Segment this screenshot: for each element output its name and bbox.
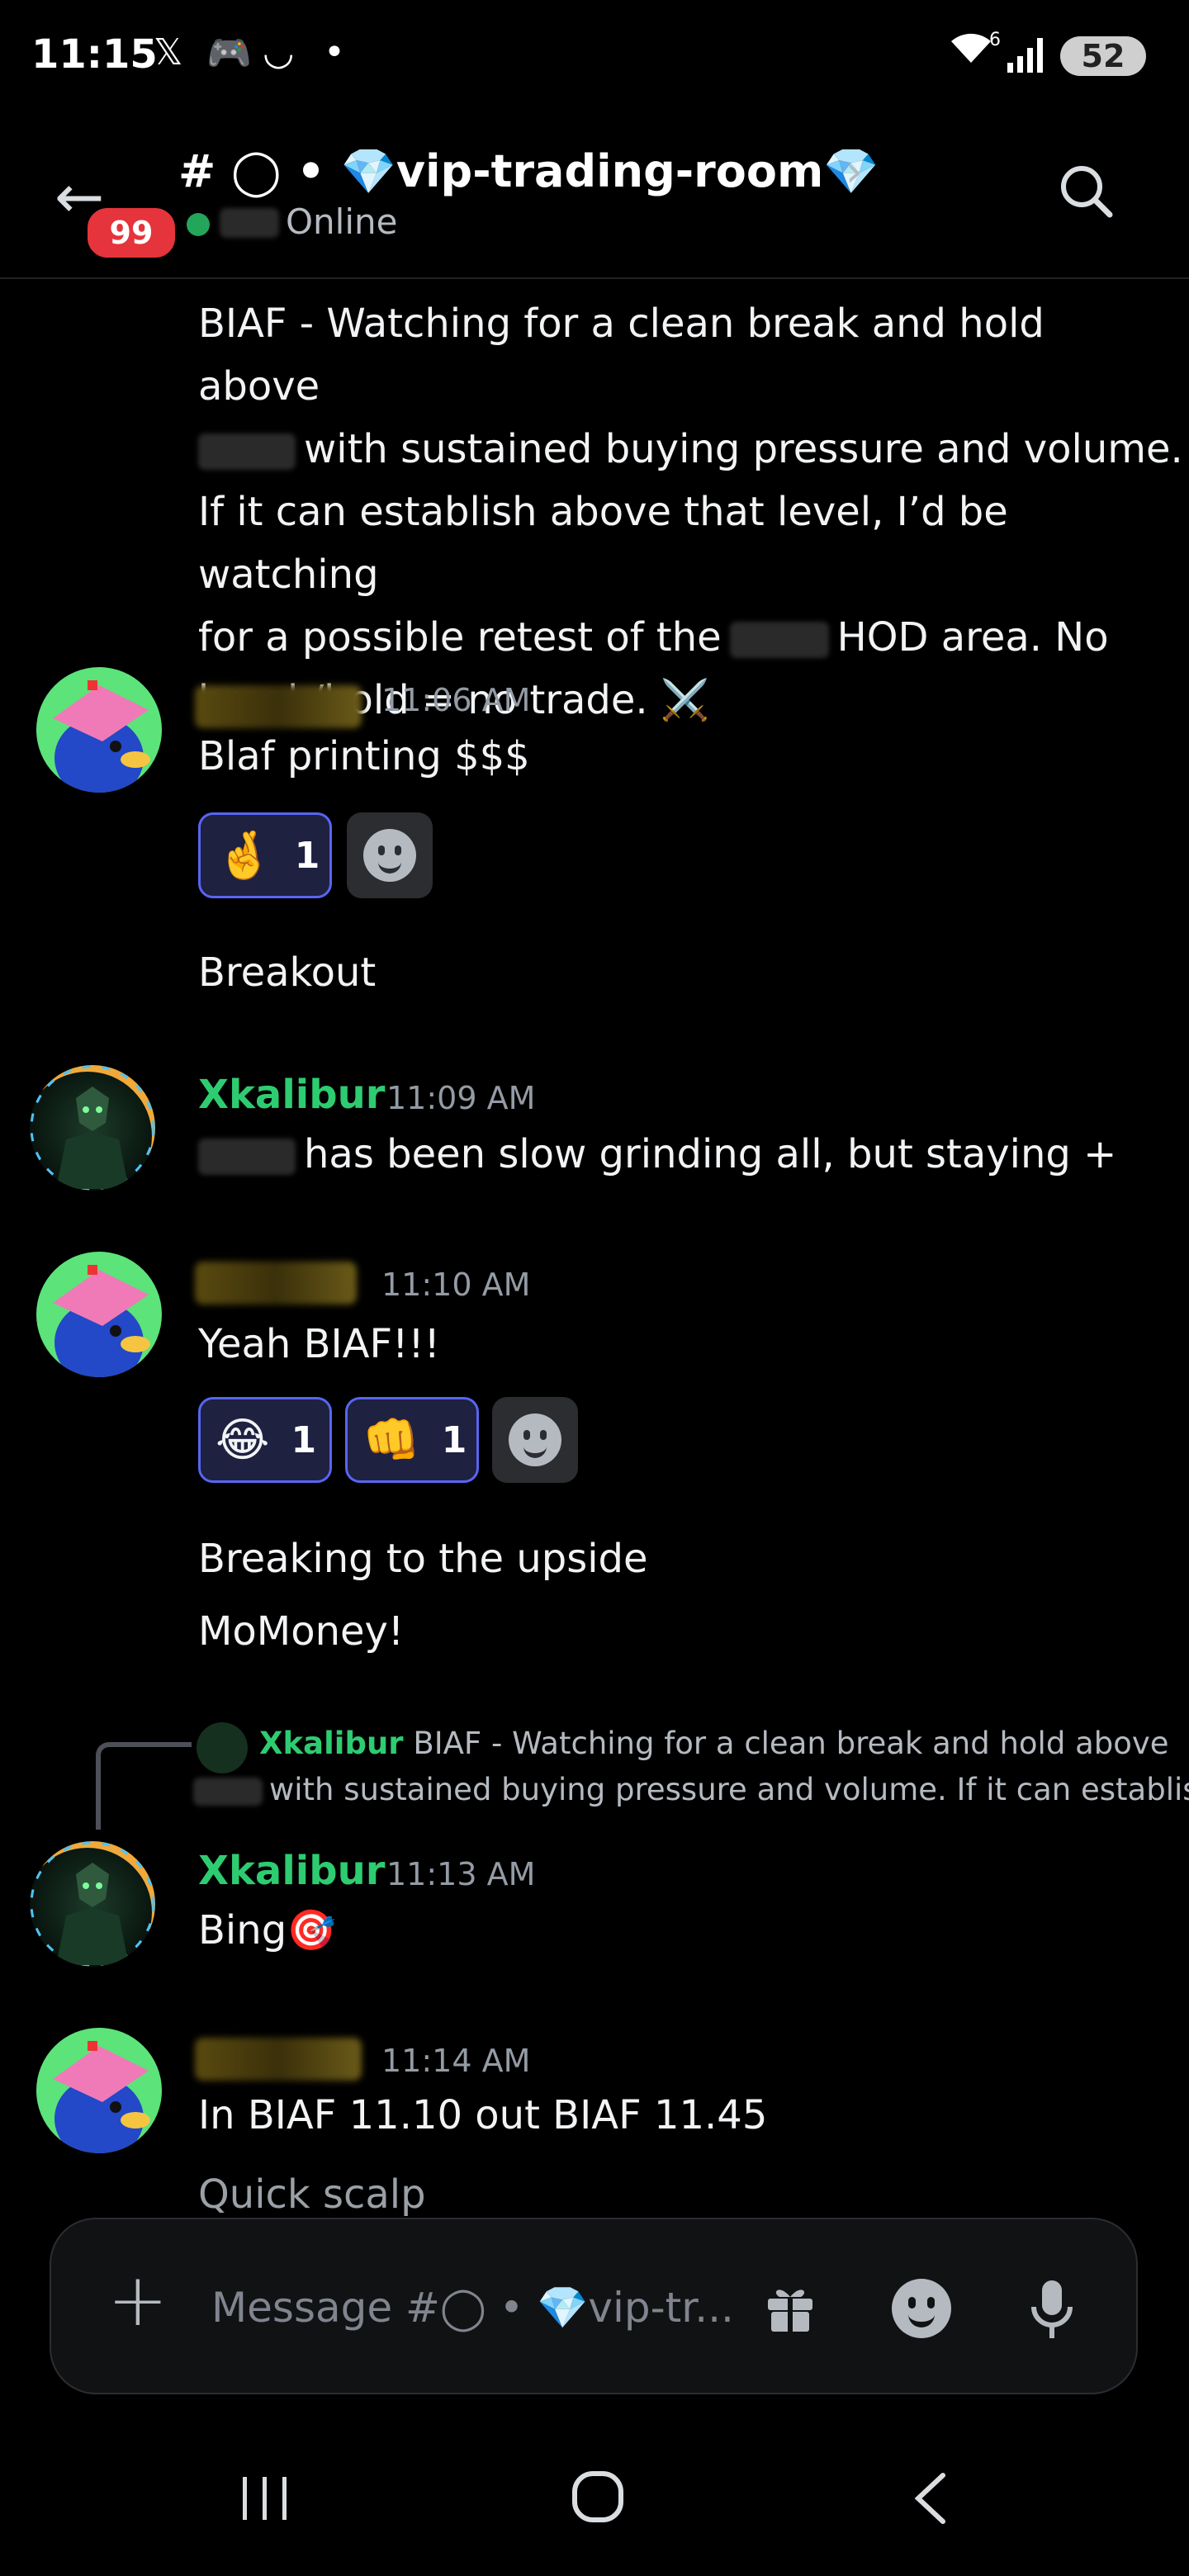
signal-icon: [1007, 36, 1045, 76]
redacted-ticker: [198, 1139, 296, 1175]
clock: 11:15: [31, 31, 158, 78]
message-timestamp: 11:09 AM: [386, 1080, 536, 1116]
smiley-icon: [509, 1413, 561, 1466]
reaction-emoji: 👊: [362, 1413, 420, 1467]
reaction-count: 1: [294, 834, 320, 877]
reaction-pill[interactable]: 😂 1: [198, 1397, 332, 1483]
redacted-username[interactable]: [195, 685, 362, 728]
reply-preview-line2: with sustained buying pressure and volum…: [193, 1767, 1189, 1813]
message-text: Breaking to the upside: [198, 1536, 648, 1582]
reaction-pill[interactable]: 👊 1: [345, 1397, 479, 1483]
channel-title[interactable]: # ◯ • 💎vip-trading-room💎: [178, 145, 879, 198]
message-text: In BIAF 11.10 out BIAF 11.45: [198, 2092, 768, 2138]
message-text: has been slow grinding all, but staying …: [304, 1131, 1117, 1177]
message-continuation: BIAF - Watching for a clean break and ho…: [198, 292, 1183, 732]
message-text: MoMoney!: [198, 1608, 405, 1655]
reply-connector: [96, 1742, 192, 1830]
message-timestamp: 11:14 AM: [381, 2043, 531, 2079]
reaction-count: 1: [291, 1418, 317, 1461]
wifi-icon: [948, 30, 994, 75]
add-reaction-button[interactable]: [347, 812, 433, 898]
message-line: If it can establish above that level, I’…: [198, 489, 1008, 598]
wifi-superscript: 6: [989, 30, 1001, 50]
username[interactable]: Xkalibur: [198, 1072, 385, 1118]
message-text: Breakout: [198, 949, 377, 996]
redacted-price: [729, 622, 829, 658]
reply-line: with sustained buying pressure and volum…: [269, 1772, 1189, 1807]
avatar[interactable]: [36, 1252, 162, 1377]
recent-apps-icon[interactable]: [239, 2474, 291, 2526]
smiley-icon: [363, 829, 416, 882]
redacted-price: [193, 1777, 263, 1806]
message-line-text: HOD area. No: [836, 614, 1109, 661]
avatar[interactable]: [30, 1065, 155, 1191]
message-text-row: has been slow grinding all, but staying …: [198, 1123, 1116, 1186]
message-line: BIAF - Watching for a clean break and ho…: [198, 301, 1045, 410]
unread-badge: 99: [83, 203, 180, 263]
emoji-icon[interactable]: [892, 2279, 951, 2338]
reply-preview[interactable]: Xkalibur BIAF - Watching for a clean bre…: [259, 1721, 1169, 1767]
reply-author: Xkalibur: [259, 1726, 404, 1761]
redacted-username[interactable]: [195, 2038, 362, 2081]
microphone-icon[interactable]: [1029, 2279, 1075, 2345]
message-timestamp: 11:06 AM: [381, 682, 531, 718]
add-reaction-button[interactable]: [492, 1397, 578, 1483]
message-text: Yeah BIAF!!!: [198, 1321, 440, 1367]
redacted-username[interactable]: [195, 1262, 357, 1305]
reaction-emoji: 😂: [216, 1413, 270, 1467]
home-icon[interactable]: [571, 2470, 624, 2526]
back-icon[interactable]: [912, 2472, 948, 2528]
message-text: Quick scalp: [198, 2171, 426, 2218]
message-input[interactable]: Message #◯ • 💎vip-tr...: [211, 2284, 734, 2332]
message-text: Bing🎯: [198, 1907, 336, 1953]
message-line-text: for a possible retest of the: [198, 614, 722, 661]
reaction-emoji: 🤞: [216, 829, 273, 883]
redacted-count: [220, 208, 279, 238]
message-timestamp: 11:10 AM: [381, 1267, 531, 1303]
avatar[interactable]: [36, 2028, 162, 2153]
message-line-text: with sustained buying pressure and volum…: [304, 426, 1183, 472]
discord-icon: 🎮: [206, 32, 252, 74]
battery-indicator: 52: [1060, 36, 1146, 76]
dot-icon: •: [324, 31, 345, 73]
online-status-label: Online: [286, 201, 398, 242]
username[interactable]: Xkalibur: [198, 1848, 385, 1894]
smile-status-icon: ◡: [263, 31, 295, 73]
redacted-price: [198, 433, 296, 470]
message-timestamp: 11:13 AM: [386, 1856, 536, 1892]
search-icon[interactable]: [1057, 162, 1115, 220]
x-logo-icon: 𝕏: [154, 31, 183, 73]
chevron-right-icon[interactable]: ›: [846, 147, 863, 197]
online-status-dot: [187, 213, 210, 236]
status-bar: 11:15 𝕏 🎮 ◡ • 6 52: [0, 0, 1189, 116]
gift-icon[interactable]: [763, 2280, 817, 2338]
message-text: Blaf printing $$$: [198, 733, 530, 779]
reply-avatar: [197, 1722, 248, 1773]
avatar[interactable]: [36, 667, 162, 793]
reply-line: BIAF - Watching for a clean break and ho…: [413, 1726, 1169, 1761]
message-line: for a possible retest of the HOD area. No: [198, 606, 1172, 669]
reaction-count: 1: [441, 1418, 467, 1461]
reaction-pill[interactable]: 🤞 1: [198, 812, 332, 898]
message-line: with sustained buying pressure and volum…: [198, 418, 1183, 481]
avatar[interactable]: [30, 1841, 155, 1967]
plus-icon[interactable]: +: [107, 2264, 168, 2337]
